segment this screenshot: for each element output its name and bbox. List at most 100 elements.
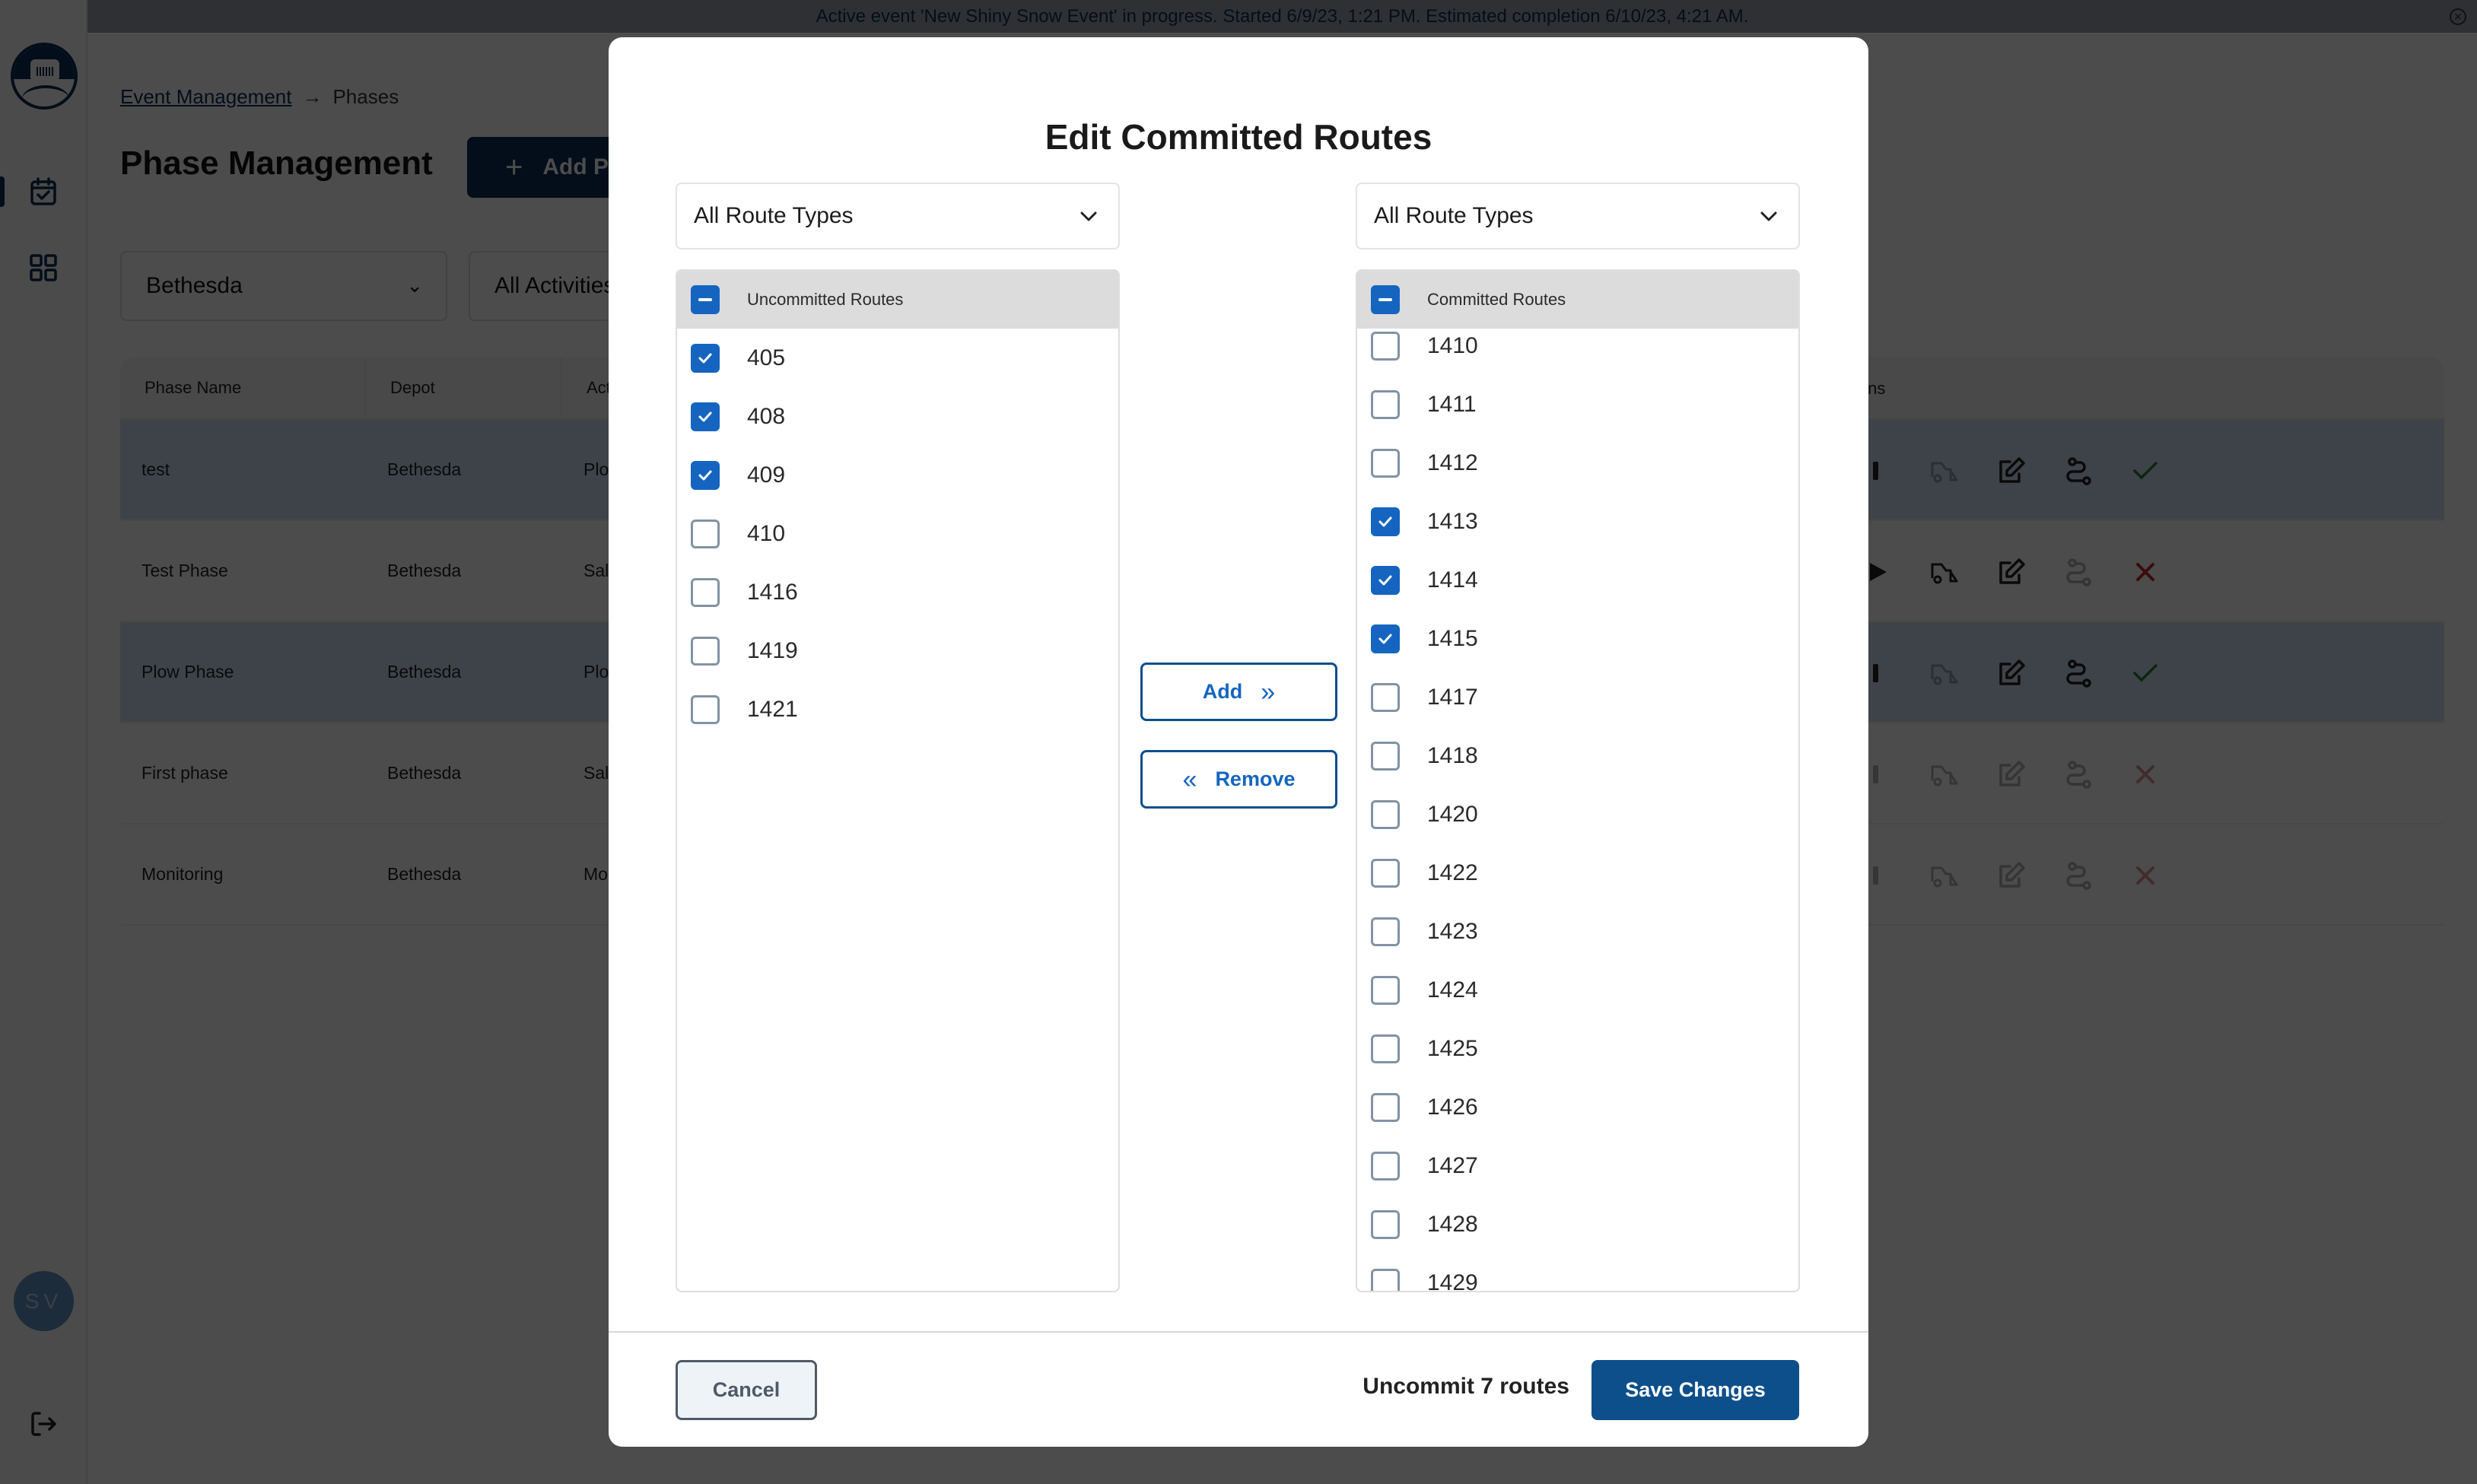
route-id: 1427 [1427, 1152, 1478, 1178]
right-route-item[interactable]: 1422 [1357, 844, 1798, 902]
uncommit-count-message: Uncommit 7 routes [1363, 1374, 1569, 1399]
route-checkbox[interactable] [1371, 858, 1400, 888]
route-id: 405 [747, 345, 786, 370]
left-route-item[interactable]: 408 [677, 387, 1118, 446]
right-route-item[interactable]: 1423 [1357, 902, 1798, 961]
route-id: 1423 [1427, 918, 1478, 944]
modal-footer-divider [609, 1331, 1868, 1333]
edit-committed-routes-modal: Edit Committed Routes All Route Types Al… [609, 37, 1868, 1447]
route-checkbox[interactable] [1371, 1092, 1400, 1122]
add-routes-button[interactable]: Add » [1140, 663, 1337, 721]
add-label: Add [1202, 680, 1243, 703]
route-checkbox[interactable] [1371, 682, 1400, 712]
route-id: 410 [747, 520, 786, 546]
right-route-item[interactable]: 1420 [1357, 785, 1798, 844]
committed-route-type-select[interactable]: All Route Types [1356, 183, 1800, 249]
route-id: 409 [747, 462, 786, 488]
route-checkbox[interactable] [691, 694, 720, 724]
right-route-item[interactable]: 1429 [1357, 1254, 1798, 1291]
route-checkbox[interactable] [691, 636, 720, 666]
chevron-down-icon [1760, 211, 1777, 221]
route-id: 1426 [1427, 1094, 1478, 1120]
select-all-committed-checkbox[interactable] [1371, 285, 1400, 314]
route-id: 1429 [1427, 1270, 1478, 1292]
uncommitted-routes-scroll[interactable]: 405 408 409 410 1416 1419 1421 [677, 329, 1118, 1291]
route-checkbox[interactable] [691, 460, 720, 490]
route-checkbox[interactable] [691, 519, 720, 548]
right-route-item[interactable]: 1410 [1357, 329, 1798, 375]
right-route-item[interactable]: 1412 [1357, 434, 1798, 492]
left-route-item[interactable]: 1416 [677, 563, 1118, 621]
route-checkbox[interactable] [1371, 917, 1400, 946]
right-route-item[interactable]: 1414 [1357, 551, 1798, 609]
select-all-uncommitted-checkbox[interactable] [691, 285, 720, 314]
route-id: 408 [747, 403, 786, 429]
route-id: 1413 [1427, 508, 1478, 534]
right-route-item[interactable]: 1413 [1357, 492, 1798, 551]
committed-route-type-value: All Route Types [1374, 203, 1534, 228]
cancel-button[interactable]: Cancel [676, 1360, 817, 1420]
uncommitted-route-type-select[interactable]: All Route Types [676, 183, 1120, 249]
left-route-item[interactable]: 1419 [677, 621, 1118, 680]
route-checkbox[interactable] [1371, 1034, 1400, 1063]
uncommitted-routes-title: Uncommitted Routes [747, 290, 904, 309]
route-checkbox[interactable] [1371, 624, 1400, 653]
right-route-item[interactable]: 1426 [1357, 1078, 1798, 1136]
remove-routes-button[interactable]: « Remove [1140, 750, 1337, 809]
route-checkbox[interactable] [1371, 507, 1400, 536]
save-changes-button[interactable]: Save Changes [1591, 1360, 1799, 1420]
route-id: 1424 [1427, 977, 1478, 1003]
left-route-item[interactable]: 410 [677, 504, 1118, 563]
route-id: 1425 [1427, 1035, 1478, 1061]
left-route-item[interactable]: 405 [677, 329, 1118, 387]
modal-title: Edit Committed Routes [1045, 117, 1432, 157]
committed-routes-header: Committed Routes [1357, 271, 1798, 329]
uncommitted-route-type-value: All Route Types [694, 203, 854, 228]
route-id: 1410 [1427, 332, 1478, 358]
route-id: 1428 [1427, 1211, 1478, 1237]
route-id: 1412 [1427, 450, 1478, 475]
uncommitted-routes-header: Uncommitted Routes [677, 271, 1118, 329]
route-checkbox[interactable] [1371, 1268, 1400, 1291]
route-checkbox[interactable] [1371, 448, 1400, 478]
chevron-down-icon [1080, 211, 1097, 221]
route-id: 1411 [1427, 391, 1477, 417]
uncommitted-routes-list: Uncommitted Routes 405 408 409 410 1416 1419 1… [676, 269, 1120, 1292]
route-checkbox[interactable] [1371, 741, 1400, 771]
route-checkbox[interactable] [1371, 799, 1400, 829]
right-route-item[interactable]: 1415 [1357, 609, 1798, 668]
route-id: 1418 [1427, 742, 1478, 768]
route-id: 1421 [747, 696, 798, 722]
right-route-item[interactable]: 1411 [1357, 375, 1798, 434]
route-checkbox[interactable] [691, 402, 720, 431]
committed-routes-title: Committed Routes [1427, 290, 1566, 309]
committed-routes-scroll[interactable]: 1410 1411 1412 1413 1414 1415 1417 1418 1420 1422… [1357, 329, 1798, 1291]
route-id: 1415 [1427, 625, 1478, 651]
route-checkbox[interactable] [691, 343, 720, 373]
right-route-item[interactable]: 1427 [1357, 1136, 1798, 1195]
route-checkbox[interactable] [1371, 1151, 1400, 1181]
route-id: 1414 [1427, 567, 1478, 593]
committed-routes-list: Committed Routes 1410 1411 1412 1413 1414 141… [1356, 269, 1800, 1292]
remove-label: Remove [1215, 767, 1296, 790]
route-checkbox[interactable] [1371, 565, 1400, 595]
right-route-item[interactable]: 1424 [1357, 961, 1798, 1019]
route-id: 1422 [1427, 860, 1478, 885]
route-checkbox[interactable] [691, 577, 720, 607]
route-id: 1417 [1427, 684, 1478, 710]
right-route-item[interactable]: 1418 [1357, 726, 1798, 785]
right-route-item[interactable]: 1417 [1357, 668, 1798, 726]
route-id: 1416 [747, 579, 798, 605]
right-route-item[interactable]: 1428 [1357, 1195, 1798, 1254]
route-checkbox[interactable] [1371, 331, 1400, 361]
left-route-item[interactable]: 1421 [677, 680, 1118, 739]
left-route-item[interactable]: 409 [677, 446, 1118, 504]
double-chevron-right-icon: » [1261, 677, 1276, 707]
route-checkbox[interactable] [1371, 389, 1400, 419]
route-id: 1419 [747, 637, 798, 663]
right-route-item[interactable]: 1425 [1357, 1019, 1798, 1078]
route-checkbox[interactable] [1371, 975, 1400, 1005]
route-checkbox[interactable] [1371, 1209, 1400, 1239]
route-id: 1420 [1427, 801, 1478, 827]
double-chevron-left-icon: « [1182, 764, 1197, 794]
